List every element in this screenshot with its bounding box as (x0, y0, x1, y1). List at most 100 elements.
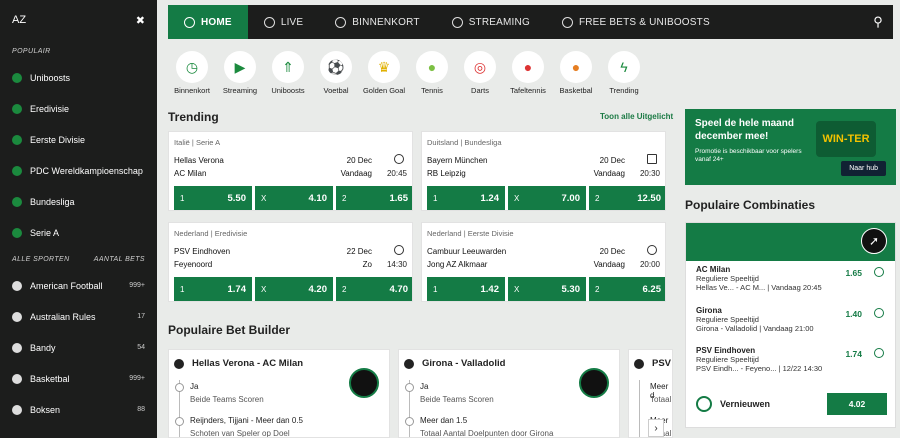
odd-button[interactable]: 2 1.65 (336, 186, 412, 210)
top-nav: HOME LIVE BINNENKORT STREAMING FREE BETS… (168, 5, 893, 39)
combinaties-panel: ➚ AC Milan Reguliere Speeltijd Hellas Ve… (685, 222, 896, 428)
odd-button[interactable]: 1 1.42 (427, 277, 505, 301)
tab-binnenkort[interactable]: BINNENKORT (319, 5, 435, 39)
tab-free-bets[interactable]: FREE BETS & UNIBOOSTS (546, 5, 726, 39)
sport-tennis[interactable]: ● Tennis (408, 51, 456, 95)
sidebar: AZ ✖ POPULAIR Uniboosts Eredivisie Eerst… (0, 0, 157, 438)
match-card[interactable]: Italië | Serie A Hellas Verona AC Milan … (168, 131, 413, 211)
sidebar-item-serie-a[interactable]: Serie A (0, 217, 157, 248)
trending-title: Trending (168, 110, 219, 124)
clock-icon (394, 245, 404, 255)
sport-golden-goal[interactable]: ♛ Golden Goal (360, 51, 408, 95)
boost-icon (12, 72, 22, 83)
play-icon: ▶ (224, 51, 256, 83)
odd-button[interactable]: X 5.30 (508, 277, 586, 301)
sport-streaming[interactable]: ▶ Streaming (216, 51, 264, 95)
trophy-icon: ♛ (368, 51, 400, 83)
sport-voetbal[interactable]: ⚽ Voetbal (312, 51, 360, 95)
clock-icon (263, 16, 275, 28)
darts-icon: ◎ (464, 51, 496, 83)
odd-button[interactable]: X 4.20 (255, 277, 333, 301)
promo-art: WIN-TER (816, 121, 876, 157)
sport-uniboosts[interactable]: ⇑ Uniboosts (264, 51, 312, 95)
bet-builder-card[interactable]: Girona - Valladolid Ja Beide Teams Score… (398, 349, 620, 438)
match-card[interactable]: Nederland | Eredivisie PSV Eindhoven Fey… (168, 222, 413, 302)
football-icon: ⚽ (320, 51, 352, 83)
combi-image: ➚ (686, 223, 895, 261)
boxing-glove-icon (12, 404, 22, 415)
az-sort-icon[interactable]: AZ (12, 14, 26, 26)
home-icon (184, 16, 195, 28)
sport-binnenkort[interactable]: ◷ Binnenkort (168, 51, 216, 95)
american-football-icon (12, 280, 22, 291)
trend-arrow-icon: ➚ (861, 228, 887, 254)
pin-icon[interactable]: ✖ (136, 14, 145, 27)
odd-button[interactable]: X 4.10 (255, 186, 333, 210)
tv-icon (647, 154, 657, 164)
combi-item[interactable]: Girona Reguliere Speeltijd Girona - Vall… (696, 306, 886, 333)
darts-icon (12, 165, 22, 176)
football-icon (12, 196, 22, 207)
football-icon (404, 358, 414, 369)
clock-icon: ◷ (176, 51, 208, 83)
odd-button[interactable]: 2 6.25 (589, 277, 665, 301)
sport-tafeltennis[interactable]: ● Tafeltennis (504, 51, 552, 95)
sidebar-sport-bandy[interactable]: Bandy 54 (0, 332, 157, 363)
tennis-icon: ● (416, 51, 448, 83)
timer-icon (335, 16, 347, 28)
combi-item[interactable]: AC Milan Reguliere Speeltijd Hellas Ve..… (696, 265, 886, 292)
refresh-button[interactable]: Vernieuwen (696, 396, 770, 412)
sidebar-sport-boksen[interactable]: Boksen 88 (0, 394, 157, 425)
sport-darts[interactable]: ◎ Darts (456, 51, 504, 95)
match-card[interactable]: Nederland | Eerste Divisie Cambuur Leeuw… (421, 222, 666, 302)
sidebar-item-pdc[interactable]: PDC Wereldkampioenschap (0, 155, 157, 186)
refresh-icon (696, 396, 712, 412)
sidebar-sport-australian-rules[interactable]: Australian Rules 17 (0, 301, 157, 332)
combi-total-button[interactable]: 4.02 (827, 393, 887, 415)
odd-button[interactable]: 2 4.70 (336, 277, 412, 301)
bet-builder-icon (579, 368, 609, 398)
naar-hub-button[interactable]: Naar hub (841, 161, 886, 176)
popular-section-label: POPULAIR (12, 47, 51, 55)
combinaties-title: Populaire Combinaties (685, 198, 816, 212)
bet-builder-title: Populaire Bet Builder (168, 323, 291, 337)
football-icon (12, 103, 22, 114)
sidebar-item-eerste-divisie[interactable]: Eerste Divisie (0, 124, 157, 155)
see-all-link[interactable]: Toon alle Uitgelicht (600, 112, 673, 121)
odd-button[interactable]: 1 1.24 (427, 186, 505, 210)
promo-banner[interactable]: Speel de hele maand december mee! Promot… (685, 109, 896, 185)
rugby-ball-icon (12, 311, 22, 322)
tab-streaming[interactable]: STREAMING (436, 5, 546, 39)
sport-trending[interactable]: ϟ Trending (600, 51, 648, 95)
football-icon (174, 358, 184, 369)
odd-button[interactable]: X 7.00 (508, 186, 586, 210)
combi-item[interactable]: PSV Eindhoven Reguliere Speeltijd PSV Ei… (696, 346, 886, 373)
tab-home[interactable]: HOME (168, 5, 248, 39)
sidebar-sport-american-football[interactable]: American Football 999+ (0, 270, 157, 301)
bandy-icon (12, 342, 22, 353)
match-card[interactable]: Duitsland | Bundesliga Bayern München RB… (421, 131, 666, 211)
refresh-icon[interactable] (874, 308, 884, 318)
refresh-icon[interactable] (874, 348, 884, 358)
boost-icon: ⇑ (272, 51, 304, 83)
basketball-icon (12, 373, 22, 384)
scroll-right-icon[interactable]: › (648, 419, 664, 437)
all-sports-label: ALLE SPORTEN AANTAL BETS (12, 255, 145, 263)
bet-builder-card[interactable]: Hellas Verona - AC Milan Ja Beide Teams … (168, 349, 390, 438)
odd-button[interactable]: 1 5.50 (174, 186, 252, 210)
football-icon (12, 227, 22, 238)
tab-live[interactable]: LIVE (248, 5, 319, 39)
bet-builder-icon (349, 368, 379, 398)
search-icon[interactable]: ⚲ (863, 5, 893, 39)
sidebar-item-uniboosts[interactable]: Uniboosts (0, 62, 157, 93)
odd-button[interactable]: 1 1.74 (174, 277, 252, 301)
sidebar-item-eredivisie[interactable]: Eredivisie (0, 93, 157, 124)
sidebar-item-bundesliga[interactable]: Bundesliga (0, 186, 157, 217)
sports-row: ◷ Binnenkort ▶ Streaming ⇑ Uniboosts ⚽ Voetb… (168, 51, 648, 95)
basketball-icon: ● (560, 51, 592, 83)
refresh-icon[interactable] (874, 267, 884, 277)
odd-button[interactable]: 2 12.50 (589, 186, 665, 210)
clock-icon (394, 154, 404, 164)
sport-basketbal[interactable]: ● Basketbal (552, 51, 600, 95)
sidebar-sport-basketbal[interactable]: Basketbal 999+ (0, 363, 157, 394)
